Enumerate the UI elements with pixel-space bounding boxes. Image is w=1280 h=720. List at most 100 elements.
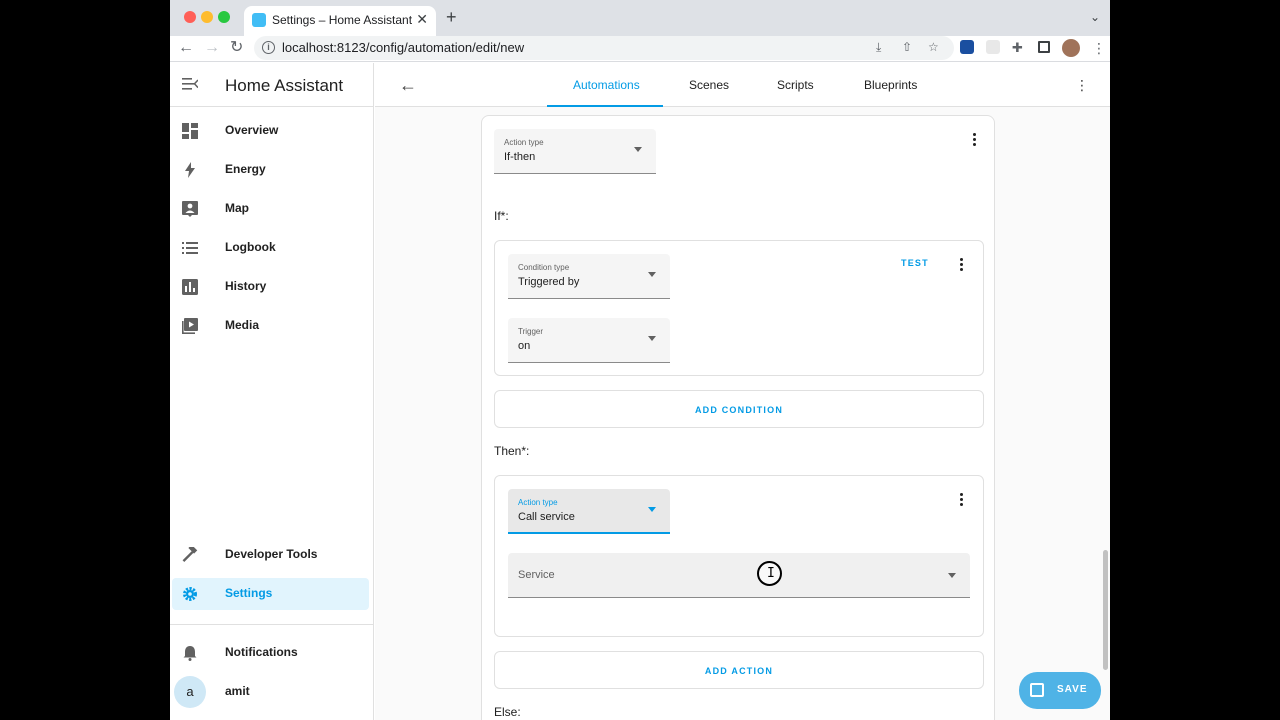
test-button[interactable]: TEST [901, 258, 929, 268]
play-icon [182, 318, 198, 334]
lightning-icon [185, 162, 195, 178]
back-arrow-icon[interactable]: ← [399, 75, 417, 95]
sidebar-item-label: History [225, 279, 267, 293]
select-label: Action type [504, 138, 544, 147]
share-icon[interactable]: ⇧ [902, 40, 912, 54]
sidebar-item-history[interactable]: History [172, 271, 369, 303]
select-value: on [518, 340, 531, 352]
sidebar-item-energy[interactable]: Energy [172, 154, 369, 186]
select-label: Condition type [518, 263, 570, 272]
add-condition-button[interactable]: ADD CONDITION [494, 390, 984, 428]
url-text[interactable]: localhost:8123/config/automation/edit/ne… [282, 40, 524, 55]
service-placeholder: Service [518, 569, 555, 581]
select-label: Action type [518, 498, 558, 507]
bookmark-star-icon[interactable]: ☆ [928, 40, 939, 54]
select-value: Call service [518, 511, 575, 523]
puzzle-extensions-icon[interactable]: ✚ [1012, 40, 1023, 56]
back-arrow-icon[interactable]: ← [178, 38, 194, 58]
info-icon[interactable]: i [262, 41, 275, 54]
trigger-select[interactable]: Trigger on [508, 318, 670, 363]
address-bar[interactable]: i localhost:8123/config/automation/edit/… [254, 36, 954, 60]
tab-search-chevron-icon[interactable]: ⌄ [1090, 10, 1100, 24]
menu-collapse-icon[interactable] [182, 76, 198, 92]
sidebar-item-overview[interactable]: Overview [172, 115, 369, 147]
dropdown-arrow-icon [648, 272, 656, 277]
sidebar-header: Home Assistant [170, 63, 374, 107]
overflow-menu-icon[interactable]: ⋮ [1075, 77, 1089, 94]
service-select[interactable]: Service [508, 553, 970, 598]
if-section-label: If*: [494, 209, 509, 223]
forward-arrow-icon[interactable]: → [204, 38, 220, 58]
list-icon [182, 242, 198, 254]
then-action-overflow-menu-icon[interactable] [960, 493, 964, 508]
reload-icon[interactable]: ↻ [230, 38, 243, 58]
user-name: amit [225, 684, 250, 698]
tab-blueprints[interactable]: Blueprints [864, 78, 917, 92]
sidebar-divider [170, 624, 374, 625]
tab-strip: Settings – Home Assistant ✕ + ⌄ [170, 0, 1110, 36]
map-person-icon [182, 201, 198, 217]
sidebar-item-settings[interactable]: Settings [172, 578, 369, 610]
sidebar-item-label: Map [225, 201, 249, 215]
browser-window: Settings – Home Assistant ✕ + ⌄ ← → ↻ i … [170, 0, 1110, 720]
browser-tab[interactable]: Settings – Home Assistant ✕ [244, 6, 436, 36]
sidebar-item-label: Energy [225, 162, 266, 176]
dropdown-arrow-icon [634, 147, 642, 152]
hammer-icon [182, 547, 198, 563]
sidebar-item-media[interactable]: Media [172, 310, 369, 342]
sidebar-item-label: Developer Tools [225, 547, 318, 561]
sidebar-item-developer-tools[interactable]: Developer Tools [172, 539, 369, 571]
then-action-card: Action type Call service Service [494, 475, 984, 637]
browser-menu-icon[interactable]: ⋮ [1092, 40, 1106, 57]
action-type-select[interactable]: Action type If-then [494, 129, 656, 174]
sidebar-item-logbook[interactable]: Logbook [172, 232, 369, 264]
sidebar-item-profile[interactable]: amit [210, 676, 360, 708]
condition-card: Condition type Triggered by TEST Trigger… [494, 240, 984, 376]
tab-close-icon[interactable]: ✕ [416, 11, 428, 28]
sidebar-item-label: Settings [225, 586, 273, 600]
tab-scripts[interactable]: Scripts [777, 78, 814, 92]
close-window-button[interactable] [184, 11, 196, 23]
maximize-window-button[interactable] [218, 11, 230, 23]
extension-icon[interactable] [960, 40, 974, 54]
side-panel-icon[interactable] [1038, 41, 1050, 53]
extension-blank-icon[interactable] [986, 40, 1000, 54]
sidebar-item-label: Media [225, 318, 260, 332]
scrollbar[interactable] [1103, 550, 1108, 670]
add-action-button[interactable]: ADD ACTION [494, 651, 984, 689]
save-button[interactable]: SAVE [1019, 672, 1101, 709]
sidebar-item-notifications[interactable]: Notifications [172, 637, 369, 669]
tab-automations[interactable]: Automations [573, 78, 640, 92]
dropdown-arrow-icon [648, 507, 656, 512]
config-tabs-bar: ← Automations Scenes Scripts Blueprints … [375, 63, 1110, 107]
bell-icon [183, 646, 197, 661]
card-overflow-menu-icon[interactable] [973, 133, 977, 148]
avatar[interactable]: a [174, 676, 206, 708]
condition-overflow-menu-icon[interactable] [960, 258, 964, 273]
condition-type-select[interactable]: Condition type Triggered by [508, 254, 670, 299]
home-assistant-favicon-icon [252, 13, 266, 27]
mouse-cursor-icon: I [757, 561, 782, 586]
browser-toolbar: ← → ↻ i localhost:8123/config/automation… [170, 36, 1110, 62]
floppy-disk-icon [1030, 683, 1044, 697]
sidebar-item-label: Logbook [225, 240, 276, 254]
select-label: Trigger [518, 327, 544, 336]
new-tab-button[interactable]: + [446, 8, 457, 26]
sidebar: Home Assistant Overview Energy Map Logbo… [170, 63, 374, 720]
active-tab-indicator [547, 105, 663, 107]
then-section-label: Then*: [494, 444, 530, 458]
sidebar-item-map[interactable]: Map [172, 193, 369, 225]
tab-scenes[interactable]: Scenes [689, 78, 729, 92]
action-card: Action type If-then If*: Condition type … [481, 115, 995, 720]
chart-icon [182, 279, 198, 295]
else-section-label: Else: [494, 705, 521, 719]
save-button-label: SAVE [1057, 684, 1088, 695]
dropdown-arrow-icon [648, 336, 656, 341]
then-action-type-select[interactable]: Action type Call service [508, 489, 670, 534]
select-value: Triggered by [518, 276, 580, 288]
install-icon[interactable]: ⤓ [876, 40, 881, 55]
main-content: ← Automations Scenes Scripts Blueprints … [375, 63, 1110, 720]
minimize-window-button[interactable] [201, 11, 213, 23]
profile-avatar-icon[interactable] [1062, 39, 1080, 57]
sidebar-item-label: Overview [225, 123, 279, 137]
